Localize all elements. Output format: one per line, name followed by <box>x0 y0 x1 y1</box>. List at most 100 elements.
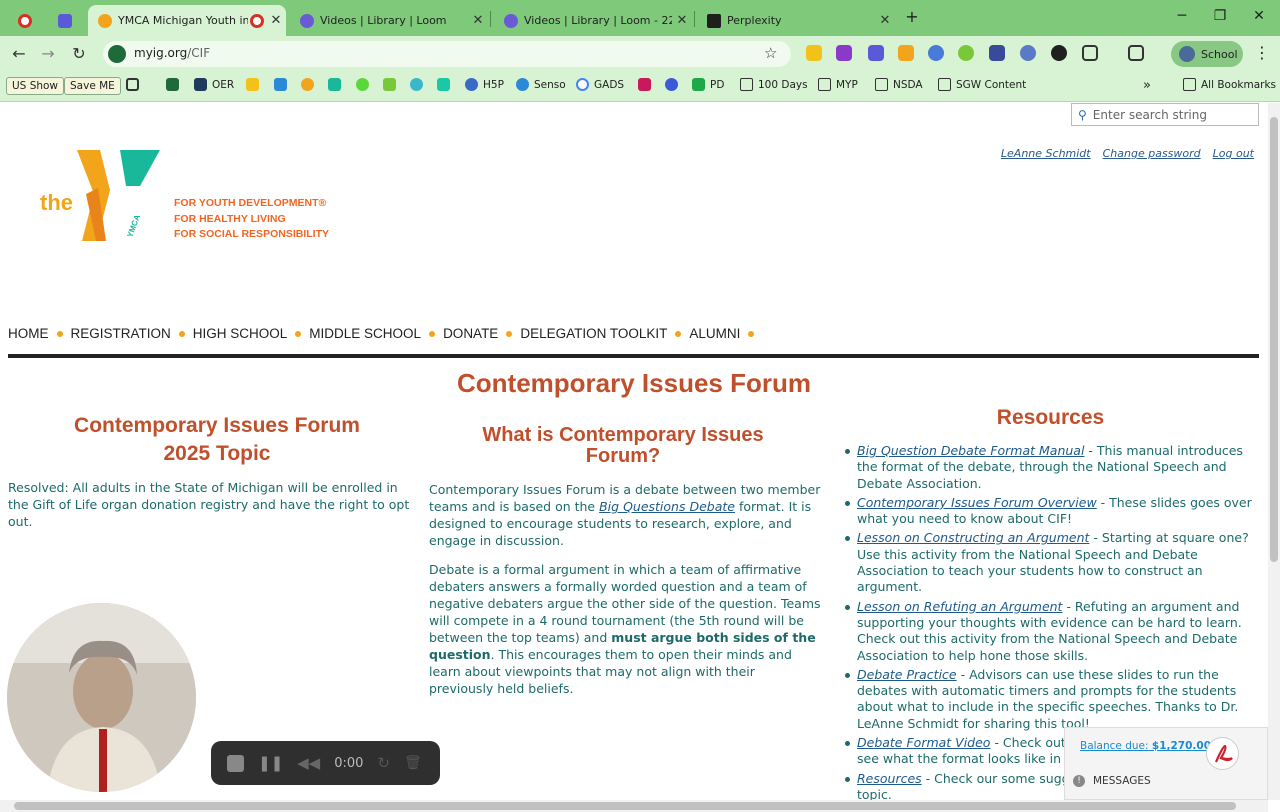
stop-icon[interactable] <box>227 754 244 772</box>
resource-link[interactable]: Debate Practice <box>857 667 957 682</box>
nav-donate[interactable]: DONATE <box>443 326 498 341</box>
bookmark-icon[interactable] <box>328 78 341 91</box>
bookmark-save-me[interactable]: Save ME <box>64 77 121 95</box>
new-tab-button[interactable]: + <box>902 7 922 26</box>
bookmark-us-show[interactable]: US Show <box>6 77 65 95</box>
balance-due-link[interactable]: Balance due: $1,270.00 <box>1080 740 1211 752</box>
back-icon[interactable]: ← <box>8 44 30 66</box>
folder-icon <box>875 78 888 91</box>
resource-link[interactable]: Lesson on Constructing an Argument <box>857 530 1089 545</box>
loom-favicon-icon <box>300 13 314 28</box>
nav-home[interactable]: HOME <box>8 326 49 341</box>
b-extension-icon[interactable] <box>836 45 852 61</box>
scroll-thumb[interactable] <box>14 802 1236 810</box>
close-tab-icon[interactable]: ✕ <box>266 13 286 28</box>
bookmark-icon[interactable] <box>410 78 423 91</box>
messages-button[interactable]: ! MESSAGES <box>1073 775 1151 787</box>
logout-link[interactable]: Log out <box>1213 147 1254 160</box>
bookmark-icon[interactable] <box>437 78 450 91</box>
bookmark-icon[interactable] <box>665 78 678 91</box>
site-info-icon[interactable] <box>108 45 126 63</box>
resource-link[interactable]: Contemporary Issues Forum Overview <box>857 495 1097 510</box>
bookmark-pd[interactable]: PD <box>692 78 724 91</box>
tab-pinned[interactable] <box>48 5 82 36</box>
nav-high-school[interactable]: HIGH SCHOOL <box>193 326 288 341</box>
app-icon <box>58 13 72 28</box>
scroll-thumb[interactable] <box>1270 117 1278 562</box>
extension-icon[interactable] <box>1051 45 1067 61</box>
bookmark-shield-icon[interactable] <box>166 78 179 91</box>
bookmark-senso[interactable]: Senso <box>516 78 566 91</box>
menu-icon[interactable]: ⋮ <box>1254 43 1270 62</box>
close-window-button[interactable]: ✕ <box>1249 8 1269 24</box>
bookmark-icon[interactable] <box>356 78 369 91</box>
vertical-scrollbar[interactable] <box>1268 103 1280 800</box>
extensions-puzzle-icon[interactable] <box>1082 45 1098 61</box>
tab-search-icon[interactable] <box>1128 45 1144 61</box>
restart-icon[interactable]: ↻ <box>377 754 390 772</box>
nav-separator <box>506 330 513 337</box>
bookmark-folder-nsda[interactable]: NSDA <box>875 78 923 91</box>
close-tab-icon[interactable]: ✕ <box>875 13 895 28</box>
user-name-link[interactable]: LeAnne Schmidt <box>1001 147 1091 160</box>
nav-alumni[interactable]: ALUMNI <box>689 326 740 341</box>
bookmark-icon[interactable] <box>301 78 314 91</box>
bookmark-icon[interactable] <box>638 78 651 91</box>
nav-middle-school[interactable]: MIDDLE SCHOOL <box>309 326 421 341</box>
bookmark-folder-myp[interactable]: MYP <box>818 78 858 91</box>
webcam-bubble[interactable] <box>7 603 196 792</box>
bookmark-folder-sgw[interactable]: SGW Content <box>938 78 1026 91</box>
tab-perplexity[interactable]: Perplexity ✕ <box>697 5 895 36</box>
extension-icon[interactable] <box>989 45 1005 61</box>
apps-icon[interactable] <box>126 78 139 91</box>
list-item: Lesson on Constructing an Argument - Sta… <box>843 530 1258 595</box>
bookmark-icon[interactable] <box>274 78 287 91</box>
bookmark-oer[interactable]: OER <box>194 78 234 91</box>
extension-icon[interactable] <box>1020 45 1036 61</box>
extension-icon[interactable] <box>898 45 914 61</box>
close-tab-icon[interactable]: ✕ <box>468 13 488 28</box>
nav-delegation-toolkit[interactable]: DELEGATION TOOLKIT <box>520 326 667 341</box>
bookmarks-overflow-icon[interactable]: » <box>1143 78 1151 93</box>
bookmark-icon[interactable] <box>383 78 396 91</box>
folder-icon <box>818 78 831 91</box>
trash-icon[interactable]: 🗑 <box>404 755 422 771</box>
site-search[interactable]: ⚲ <box>1071 103 1259 126</box>
tab-loom-2[interactable]: Videos | Library | Loom - 22 September ✕ <box>494 5 692 36</box>
tab-ymca[interactable]: YMCA Michigan Youth in Government ✕ <box>88 5 286 36</box>
reload-icon[interactable]: ↻ <box>68 44 90 66</box>
tab-recording[interactable] <box>8 5 42 36</box>
resources-heading: Resources <box>996 406 1105 429</box>
folder-icon <box>1183 78 1196 91</box>
bookmark-folder-100-days[interactable]: 100 Days <box>740 78 808 91</box>
extension-icon[interactable] <box>958 45 974 61</box>
keep-extension-icon[interactable] <box>806 45 822 61</box>
forward-icon[interactable]: → <box>37 44 59 66</box>
horizontal-scrollbar[interactable] <box>0 800 1268 812</box>
profile-button[interactable]: School <box>1171 41 1243 67</box>
change-password-link[interactable]: Change password <box>1103 147 1201 160</box>
bookmark-h5p[interactable]: H5P <box>465 78 504 91</box>
rewind-icon[interactable]: ◀◀ <box>297 754 320 772</box>
big-questions-link[interactable]: Big Questions Debate <box>599 499 735 514</box>
link-extension-icon[interactable] <box>928 45 944 61</box>
pause-icon[interactable]: ❚❚ <box>258 754 283 772</box>
bookmark-icon[interactable] <box>246 78 259 91</box>
resource-link[interactable]: Big Question Debate Format Manual <box>857 443 1084 458</box>
all-bookmarks[interactable]: All Bookmarks <box>1183 78 1276 91</box>
ymca-logo[interactable]: the YMCA FOR YOUTH DEVELOPMENT® FOR HEAL… <box>40 146 330 246</box>
recording-controls: ❚❚ ◀◀ 0:00 ↻ 🗑 <box>211 741 440 785</box>
resource-link[interactable]: Lesson on Refuting an Argument <box>857 599 1062 614</box>
nav-registration[interactable]: REGISTRATION <box>71 326 171 341</box>
tab-loom-1[interactable]: Videos | Library | Loom ✕ <box>290 5 488 36</box>
extension-icon[interactable] <box>868 45 884 61</box>
bookmark-star-icon[interactable]: ☆ <box>764 44 777 62</box>
resource-link[interactable]: Debate Format Video <box>857 735 990 750</box>
resource-link[interactable]: Resources <box>857 771 922 786</box>
bookmark-gads[interactable]: GADS <box>576 78 624 91</box>
search-input[interactable] <box>1092 107 1253 122</box>
minimize-button[interactable]: ─ <box>1172 8 1192 24</box>
close-tab-icon[interactable]: ✕ <box>672 13 692 28</box>
pdf-icon[interactable] <box>1206 737 1239 770</box>
restore-button[interactable]: ❐ <box>1210 8 1230 24</box>
